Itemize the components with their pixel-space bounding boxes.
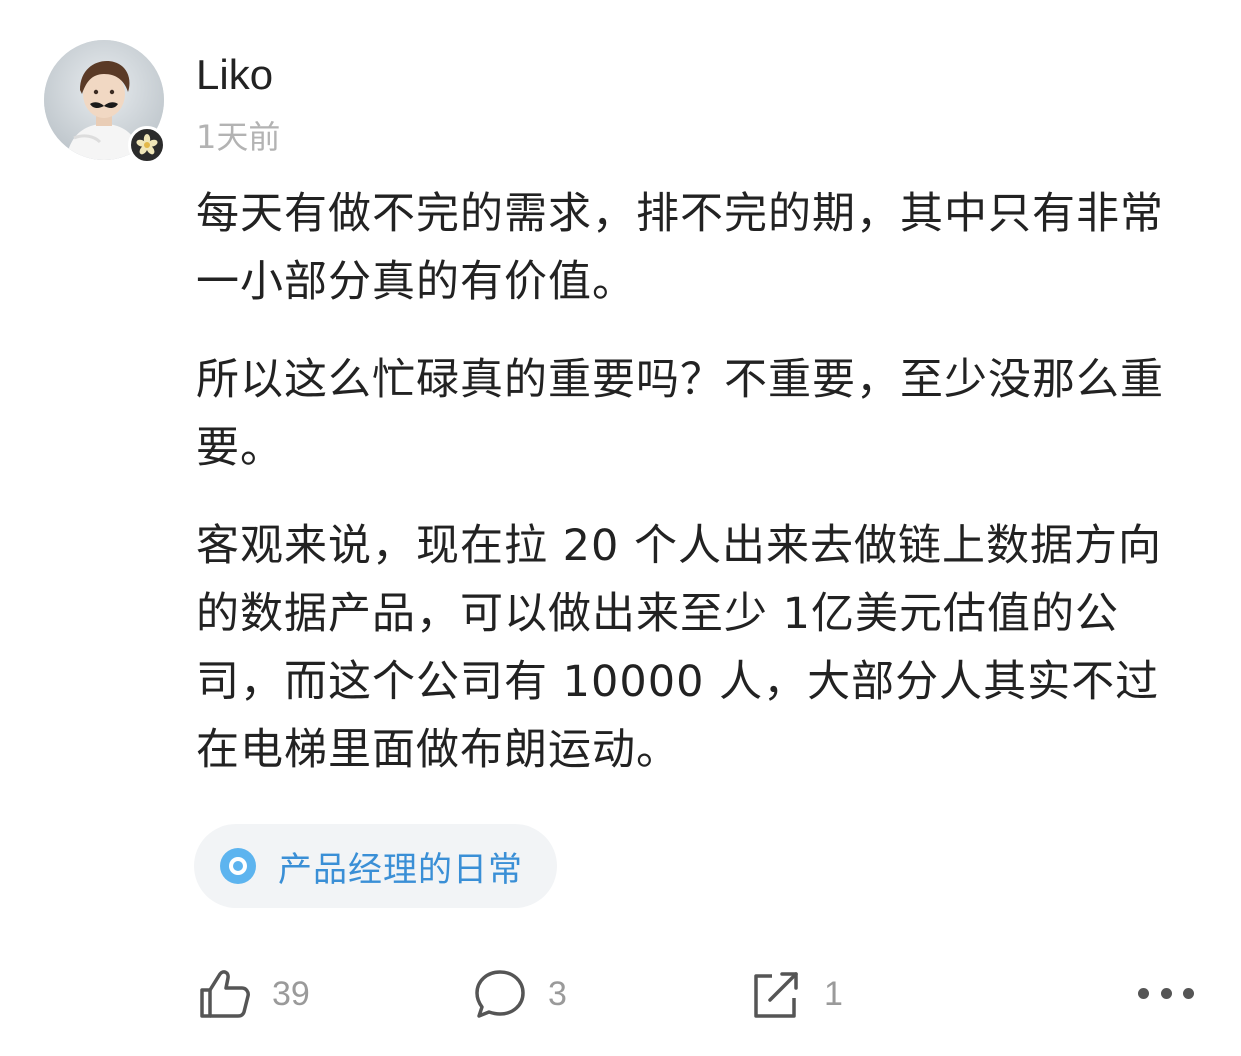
dot [1138,987,1149,999]
topic-circle-icon [220,848,256,884]
post-paragraph: 客观来说，现在拉 20 个人出来去做链上数据方向的数据产品，可以做出来至少 1亿… [196,521,1163,775]
share-button[interactable]: 1 [748,962,843,1026]
more-dots-icon[interactable] [1138,978,1194,1008]
author-name[interactable]: Liko [196,50,273,100]
post-paragraph: 每天有做不完的需求，排不完的期，其中只有非常一小部分真的有价值。 [196,189,1164,307]
flower-badge-icon [128,126,166,164]
comment-bubble-icon [475,970,525,1018]
post-timestamp: 1天前 [196,118,281,156]
comment-button[interactable]: 3 [472,962,567,1026]
thumbs-up-icon [200,970,250,1018]
topic-tag-label: 产品经理的日常 [278,849,523,890]
post-body: 每天有做不完的需求，排不完的期，其中只有非常一小部分真的有价值。 所以这么忙碌真… [196,180,1186,814]
like-button[interactable]: 39 [196,962,310,1026]
share-icon [754,972,798,1018]
dot [1183,987,1194,999]
topic-tag[interactable]: 产品经理的日常 [194,824,557,908]
dot [1160,987,1172,999]
comment-count: 3 [548,974,567,1013]
post-paragraph: 所以这么忙碌真的重要吗？不重要，至少没那么重要。 [196,355,1164,473]
share-count: 1 [824,974,843,1013]
like-count: 39 [272,974,310,1013]
